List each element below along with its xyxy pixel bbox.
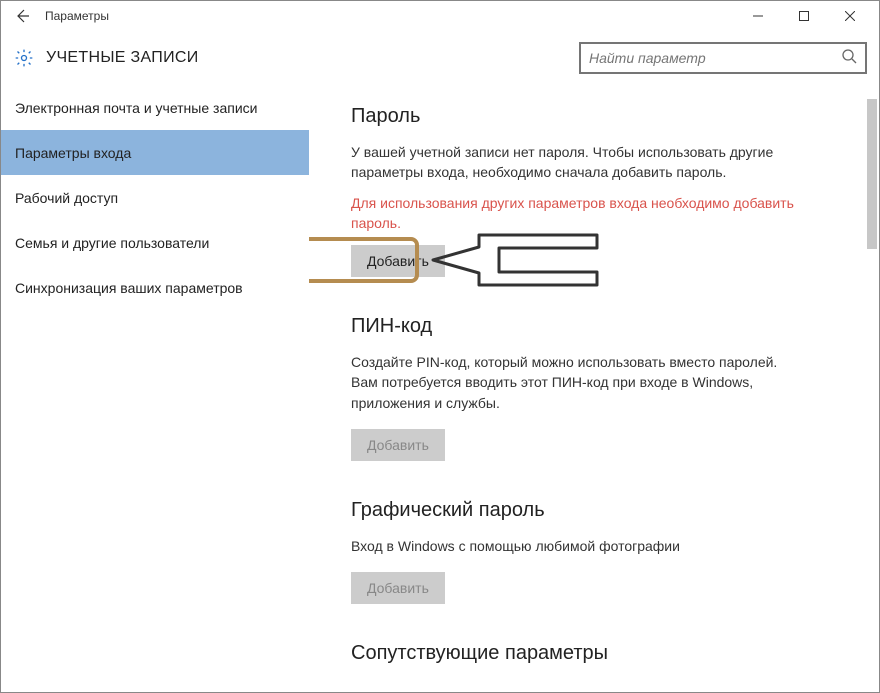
search-box[interactable]	[579, 42, 867, 74]
gear-icon	[14, 48, 34, 68]
body: Электронная почта и учетные записи Парам…	[1, 85, 879, 692]
section-related: Сопутствующие параметры	[351, 642, 835, 665]
picture-heading: Графический пароль	[351, 499, 835, 522]
titlebar: Параметры	[1, 1, 879, 31]
content-area: Пароль У вашей учетной записи нет пароля…	[309, 85, 879, 692]
pin-desc: Создайте PIN-код, который можно использо…	[351, 352, 791, 413]
sidebar-item-work[interactable]: Рабочий доступ	[1, 175, 309, 220]
sidebar-item-family[interactable]: Семья и другие пользователи	[1, 220, 309, 265]
window-controls	[735, 1, 873, 31]
sidebar-item-label: Семья и другие пользователи	[15, 235, 209, 251]
sidebar-item-label: Электронная почта и учетные записи	[15, 100, 257, 116]
add-picture-password-button[interactable]: Добавить	[351, 572, 445, 604]
back-button[interactable]	[7, 1, 37, 31]
section-password: Пароль У вашей учетной записи нет пароля…	[351, 105, 835, 307]
page-title: УЧЕТНЫЕ ЗАПИСИ	[46, 49, 199, 67]
sidebar-item-label: Синхронизация ваших параметров	[15, 280, 243, 296]
window-title: Параметры	[45, 9, 109, 23]
settings-window: Параметры УЧЕТНЫЕ ЗАПИСИ	[0, 0, 880, 693]
sidebar: Электронная почта и учетные записи Парам…	[1, 85, 309, 692]
password-warning: Для использования других параметров вход…	[351, 193, 811, 234]
password-desc: У вашей учетной записи нет пароля. Чтобы…	[351, 142, 791, 183]
sidebar-item-label: Рабочий доступ	[15, 190, 118, 206]
password-heading: Пароль	[351, 105, 835, 128]
sidebar-item-email[interactable]: Электронная почта и учетные записи	[1, 85, 309, 130]
section-picture-password: Графический пароль Вход в Windows с помо…	[351, 499, 835, 634]
picture-desc: Вход в Windows с помощью любимой фотогра…	[351, 536, 791, 556]
scrollbar-thumb[interactable]	[867, 99, 877, 249]
search-icon	[841, 48, 857, 69]
search-container	[579, 42, 867, 74]
header: УЧЕТНЫЕ ЗАПИСИ	[1, 31, 879, 85]
maximize-button[interactable]	[781, 1, 827, 31]
sidebar-item-sync[interactable]: Синхронизация ваших параметров	[1, 265, 309, 310]
close-button[interactable]	[827, 1, 873, 31]
minimize-button[interactable]	[735, 1, 781, 31]
sidebar-item-signin[interactable]: Параметры входа	[1, 130, 309, 175]
related-heading: Сопутствующие параметры	[351, 642, 835, 665]
search-input[interactable]	[589, 50, 841, 66]
pin-heading: ПИН-код	[351, 315, 835, 338]
sidebar-item-label: Параметры входа	[15, 145, 131, 161]
content: Пароль У вашей учетной записи нет пароля…	[309, 85, 865, 692]
add-pin-button[interactable]: Добавить	[351, 429, 445, 461]
section-pin: ПИН-код Создайте PIN-код, который можно …	[351, 315, 835, 491]
add-password-button[interactable]: Добавить	[351, 245, 445, 277]
vertical-scrollbar[interactable]	[865, 85, 879, 692]
